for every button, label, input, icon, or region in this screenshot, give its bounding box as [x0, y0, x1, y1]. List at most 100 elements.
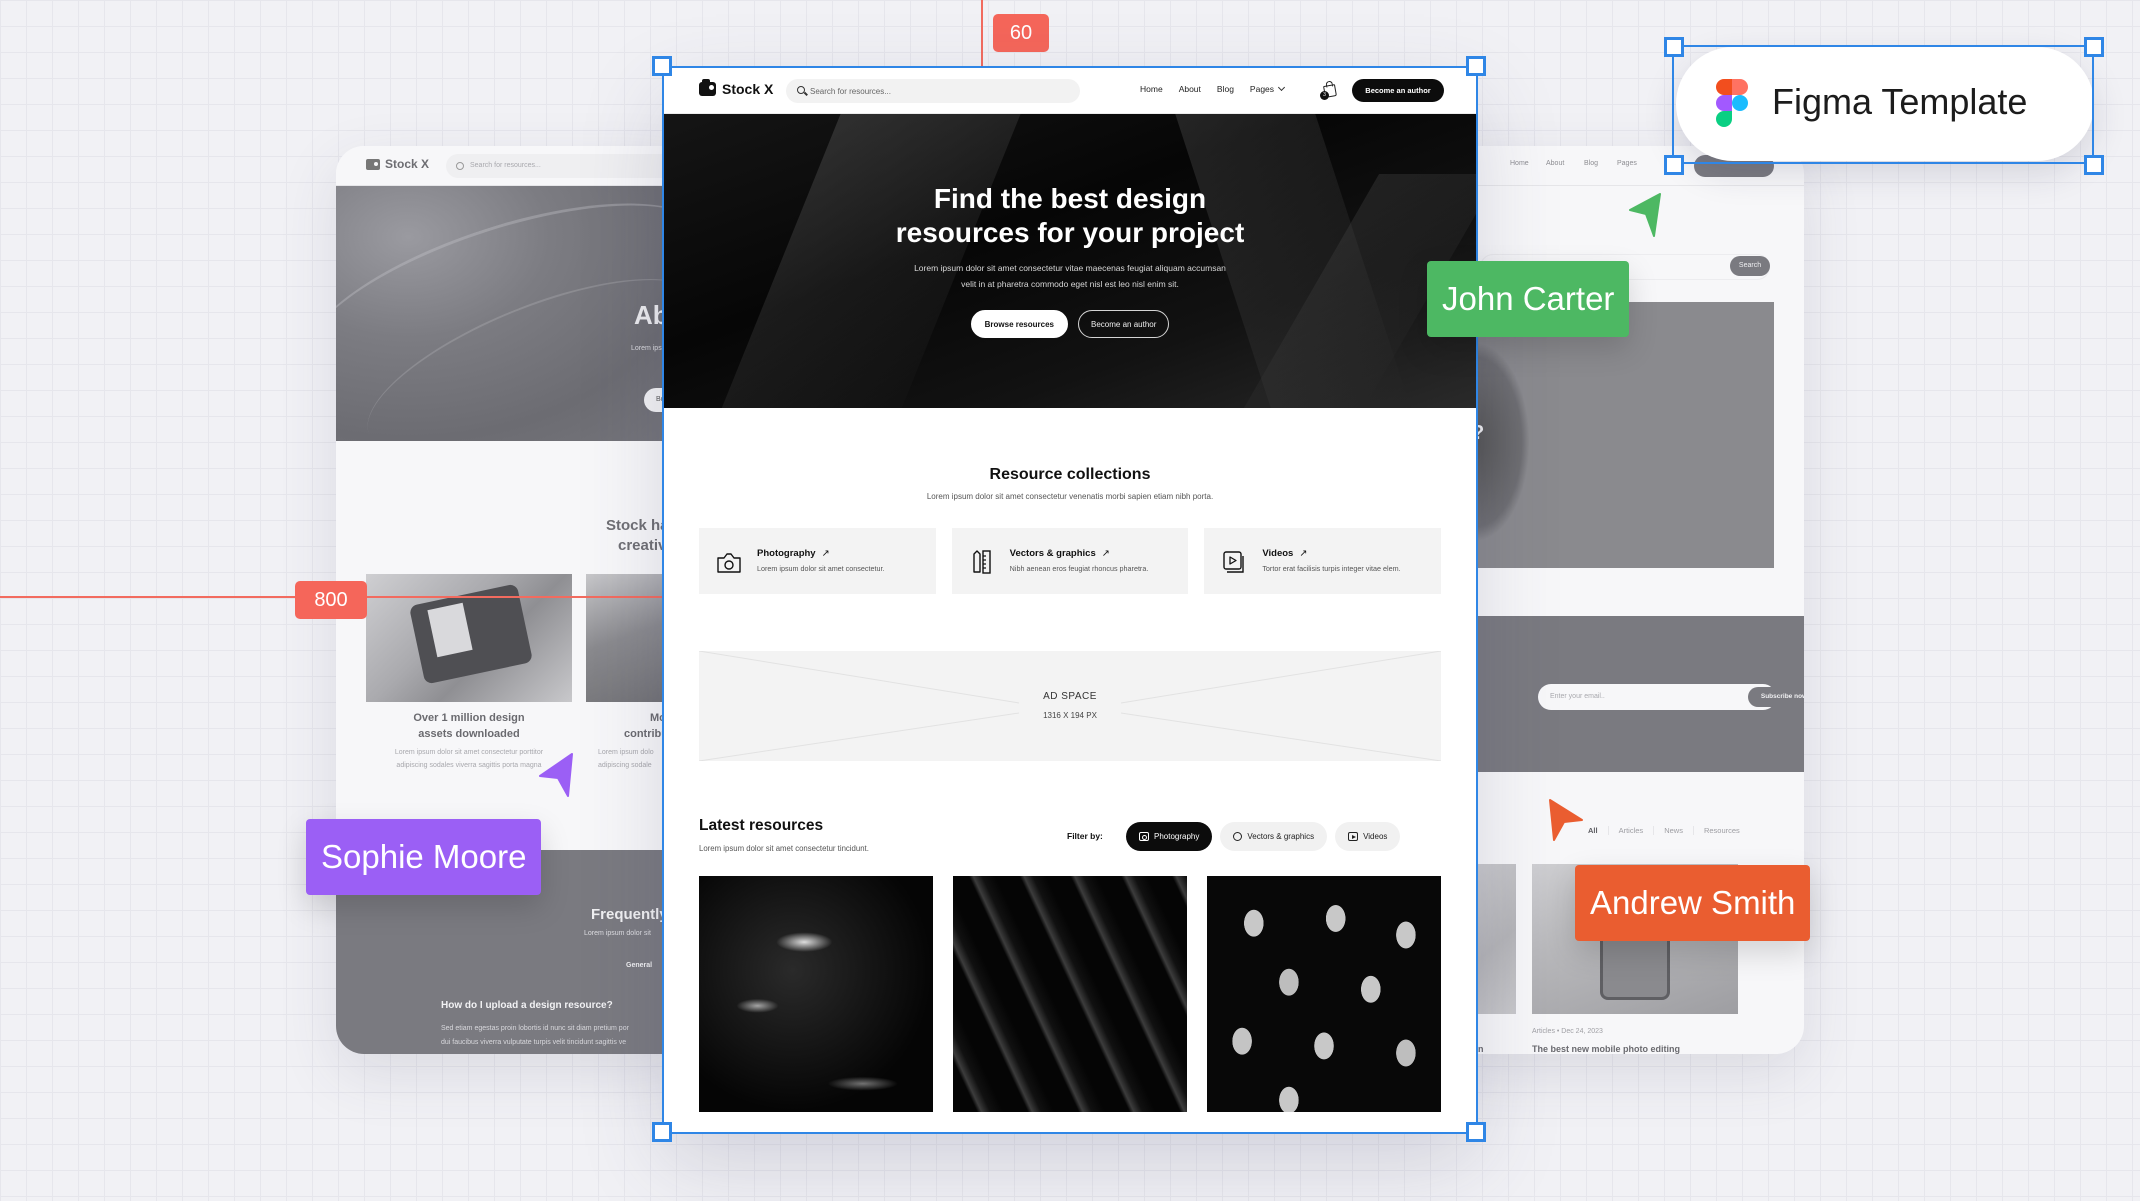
collaborator-tag-andrew: Andrew Smith	[1575, 865, 1811, 941]
camera-icon	[366, 158, 380, 170]
main-page-frame[interactable]: Stock X Home About Blog Pages 3 Become a…	[662, 66, 1478, 1134]
right-nav-blog: Blog	[1584, 160, 1599, 167]
left-preview-search: Search for resources...	[446, 154, 696, 178]
resize-handle[interactable]	[1664, 37, 1684, 57]
left-preview-nav: Stock X Search for resources...	[336, 146, 696, 186]
arrow-up-right-icon: ↗	[1299, 548, 1308, 559]
resize-handle-bottom-left[interactable]	[652, 1122, 672, 1142]
left-preview-hero: Ab Lorem ipsum dolor sit amet conse veli…	[336, 186, 696, 441]
card-title: Videos ↗	[1262, 548, 1307, 559]
cart-count-badge: 3	[1320, 91, 1329, 100]
nav-link-blog[interactable]: Blog	[1217, 84, 1234, 94]
stat2-text-line: Lorem ipsum dolo	[598, 749, 654, 756]
tab-news: News	[1654, 826, 1694, 835]
latest-subtitle: Lorem ipsum dolor sit amet consectetur t…	[699, 844, 869, 853]
video-icon	[1223, 551, 1245, 573]
tab-resources: Resources	[1703, 826, 1740, 835]
search-bar[interactable]	[786, 79, 1080, 103]
tab-articles: Articles	[1609, 826, 1655, 835]
collection-card-videos[interactable]: Videos ↗ Tortor erat facilisis turpis int…	[1204, 528, 1442, 594]
hero-title-line: Find the best design	[933, 183, 1207, 214]
collaborator-tag-john: John Carter	[1427, 261, 1630, 337]
browse-resources-button[interactable]: Browse resources	[970, 310, 1068, 338]
email-field: Enter your email.. Subscribe now	[1538, 684, 1804, 710]
hero-description-line: velit in at pharetra commodo eget nisl e…	[961, 279, 1179, 289]
resize-handle-top-right[interactable]	[1466, 56, 1486, 76]
spacing-badge-left: 800	[295, 581, 367, 619]
post-title: The best new mobile photo editing	[1532, 1044, 1680, 1054]
resource-thumbnail[interactable]	[1207, 876, 1441, 1112]
resource-thumbnail[interactable]	[953, 876, 1187, 1112]
ad-size: 1316 X 194 PX	[1043, 711, 1097, 720]
become-author-hero-button[interactable]: Become an author	[1078, 310, 1170, 338]
faq-answer: Sed etiam egestas proin lobortis id nunc…	[441, 1022, 629, 1050]
figma-badge-selection	[1672, 45, 2094, 164]
cursor-sophie-icon	[539, 753, 573, 797]
cursor-john-icon	[1629, 193, 1661, 237]
stat2-text: Lorem ipsum dolo adipiscing sodale	[598, 746, 654, 772]
nav-links: Home About Blog Pages	[1140, 83, 1286, 94]
faq-subtitle: Lorem ipsum dolor sit	[584, 930, 651, 937]
right-preview-search-button: Search	[1730, 256, 1770, 276]
right-nav-home: Home	[1510, 160, 1529, 167]
resize-handle[interactable]	[2084, 155, 2104, 175]
nav-link-pages-label: Pages	[1249, 84, 1275, 94]
hero-description-line: Lorem ipsum dolor sit amet consectetur v…	[914, 263, 1226, 273]
hero-buttons: Browse resources Become an author	[664, 310, 1476, 338]
resource-thumbnail[interactable]	[699, 876, 933, 1112]
search-input[interactable]	[810, 79, 1070, 103]
chevron-down-icon	[1277, 83, 1286, 92]
stat2-title-line: Mo	[650, 712, 666, 724]
filter-videos[interactable]: Videos	[1335, 822, 1401, 851]
camera-photo	[366, 574, 572, 702]
card-title-text: Vectors & graphics	[1009, 548, 1096, 559]
filter-vectors[interactable]: Vectors & graphics	[1220, 822, 1328, 851]
card-title: Photography ↗	[757, 548, 830, 559]
logo[interactable]: Stock X	[699, 79, 773, 97]
camera-logo-icon	[699, 79, 716, 96]
stat2-title: Mo contribu	[624, 710, 668, 742]
ad-space: AD SPACE 1316 X 194 PX	[699, 651, 1441, 761]
cross-line	[699, 712, 1020, 761]
ad-placeholder-cross	[699, 651, 1441, 761]
right-nav-about: About	[1546, 160, 1565, 167]
camera-icon	[717, 553, 741, 573]
filter-label: Filter by:	[1067, 831, 1103, 841]
collection-card-photography[interactable]: Photography ↗ Lorem ipsum dolor sit amet …	[699, 528, 936, 594]
resize-handle[interactable]	[2084, 37, 2104, 57]
ad-label: AD SPACE	[1043, 691, 1097, 702]
spacing-badge-top: 60	[993, 14, 1049, 52]
filter-photography[interactable]: Photography	[1126, 822, 1213, 851]
nav-link-pages[interactable]: Pages	[1249, 83, 1286, 94]
arrow-up-right-icon: ↗	[1101, 548, 1110, 559]
faq-answer-line: dui faucibus viverra vulputate turpis ve…	[441, 1039, 627, 1046]
collection-card-vectors[interactable]: Vectors & graphics ↗ Nibh aenean eros feu…	[951, 528, 1189, 594]
nav-link-about[interactable]: About	[1179, 84, 1201, 94]
search-icon	[797, 86, 805, 94]
collections-subtitle: Lorem ipsum dolor sit amet consectetur v…	[926, 492, 1214, 501]
right-preview-newsletter: Enter your email.. Subscribe now	[1440, 616, 1804, 772]
stat1-title-line: assets downloaded	[418, 728, 520, 740]
card-description: Tortor erat facilisis turpis integer vit…	[1262, 564, 1401, 573]
collection-cards: Photography ↗ Lorem ipsum dolor sit amet …	[699, 528, 1442, 594]
cart-button[interactable]: 3	[1320, 81, 1337, 100]
become-author-nav-button[interactable]: Become an author	[1352, 79, 1444, 102]
resource-gallery	[699, 876, 1441, 1112]
right-nav-pages: Pages	[1617, 160, 1637, 167]
subscribe-button: Subscribe now	[1748, 687, 1804, 707]
collections-title: Resource collections	[989, 466, 1151, 483]
card-description: Lorem ipsum dolor sit amet consectetur.	[757, 564, 885, 573]
vertical-spacing-guide	[981, 0, 983, 68]
faq-tab-general: General	[626, 962, 653, 969]
right-preview-tabs: All Articles News Resources	[1578, 826, 1750, 835]
cross-line	[1120, 712, 1441, 761]
hero-description: Lorem ipsum dolor sit amet consectetur v…	[664, 260, 1476, 292]
left-page-preview: Stock X Search for resources... Ab Lorem…	[336, 146, 696, 1054]
resize-handle[interactable]	[1664, 155, 1684, 175]
nav-link-home[interactable]: Home	[1140, 84, 1163, 94]
resize-handle-top-left[interactable]	[652, 56, 672, 76]
faq-title: Frequently	[591, 906, 668, 923]
collaborator-tag-sophie: Sophie Moore	[306, 819, 542, 895]
resize-handle-bottom-right[interactable]	[1466, 1122, 1486, 1142]
filter-chips: Photography Vectors & graphics Videos	[1126, 822, 1401, 851]
